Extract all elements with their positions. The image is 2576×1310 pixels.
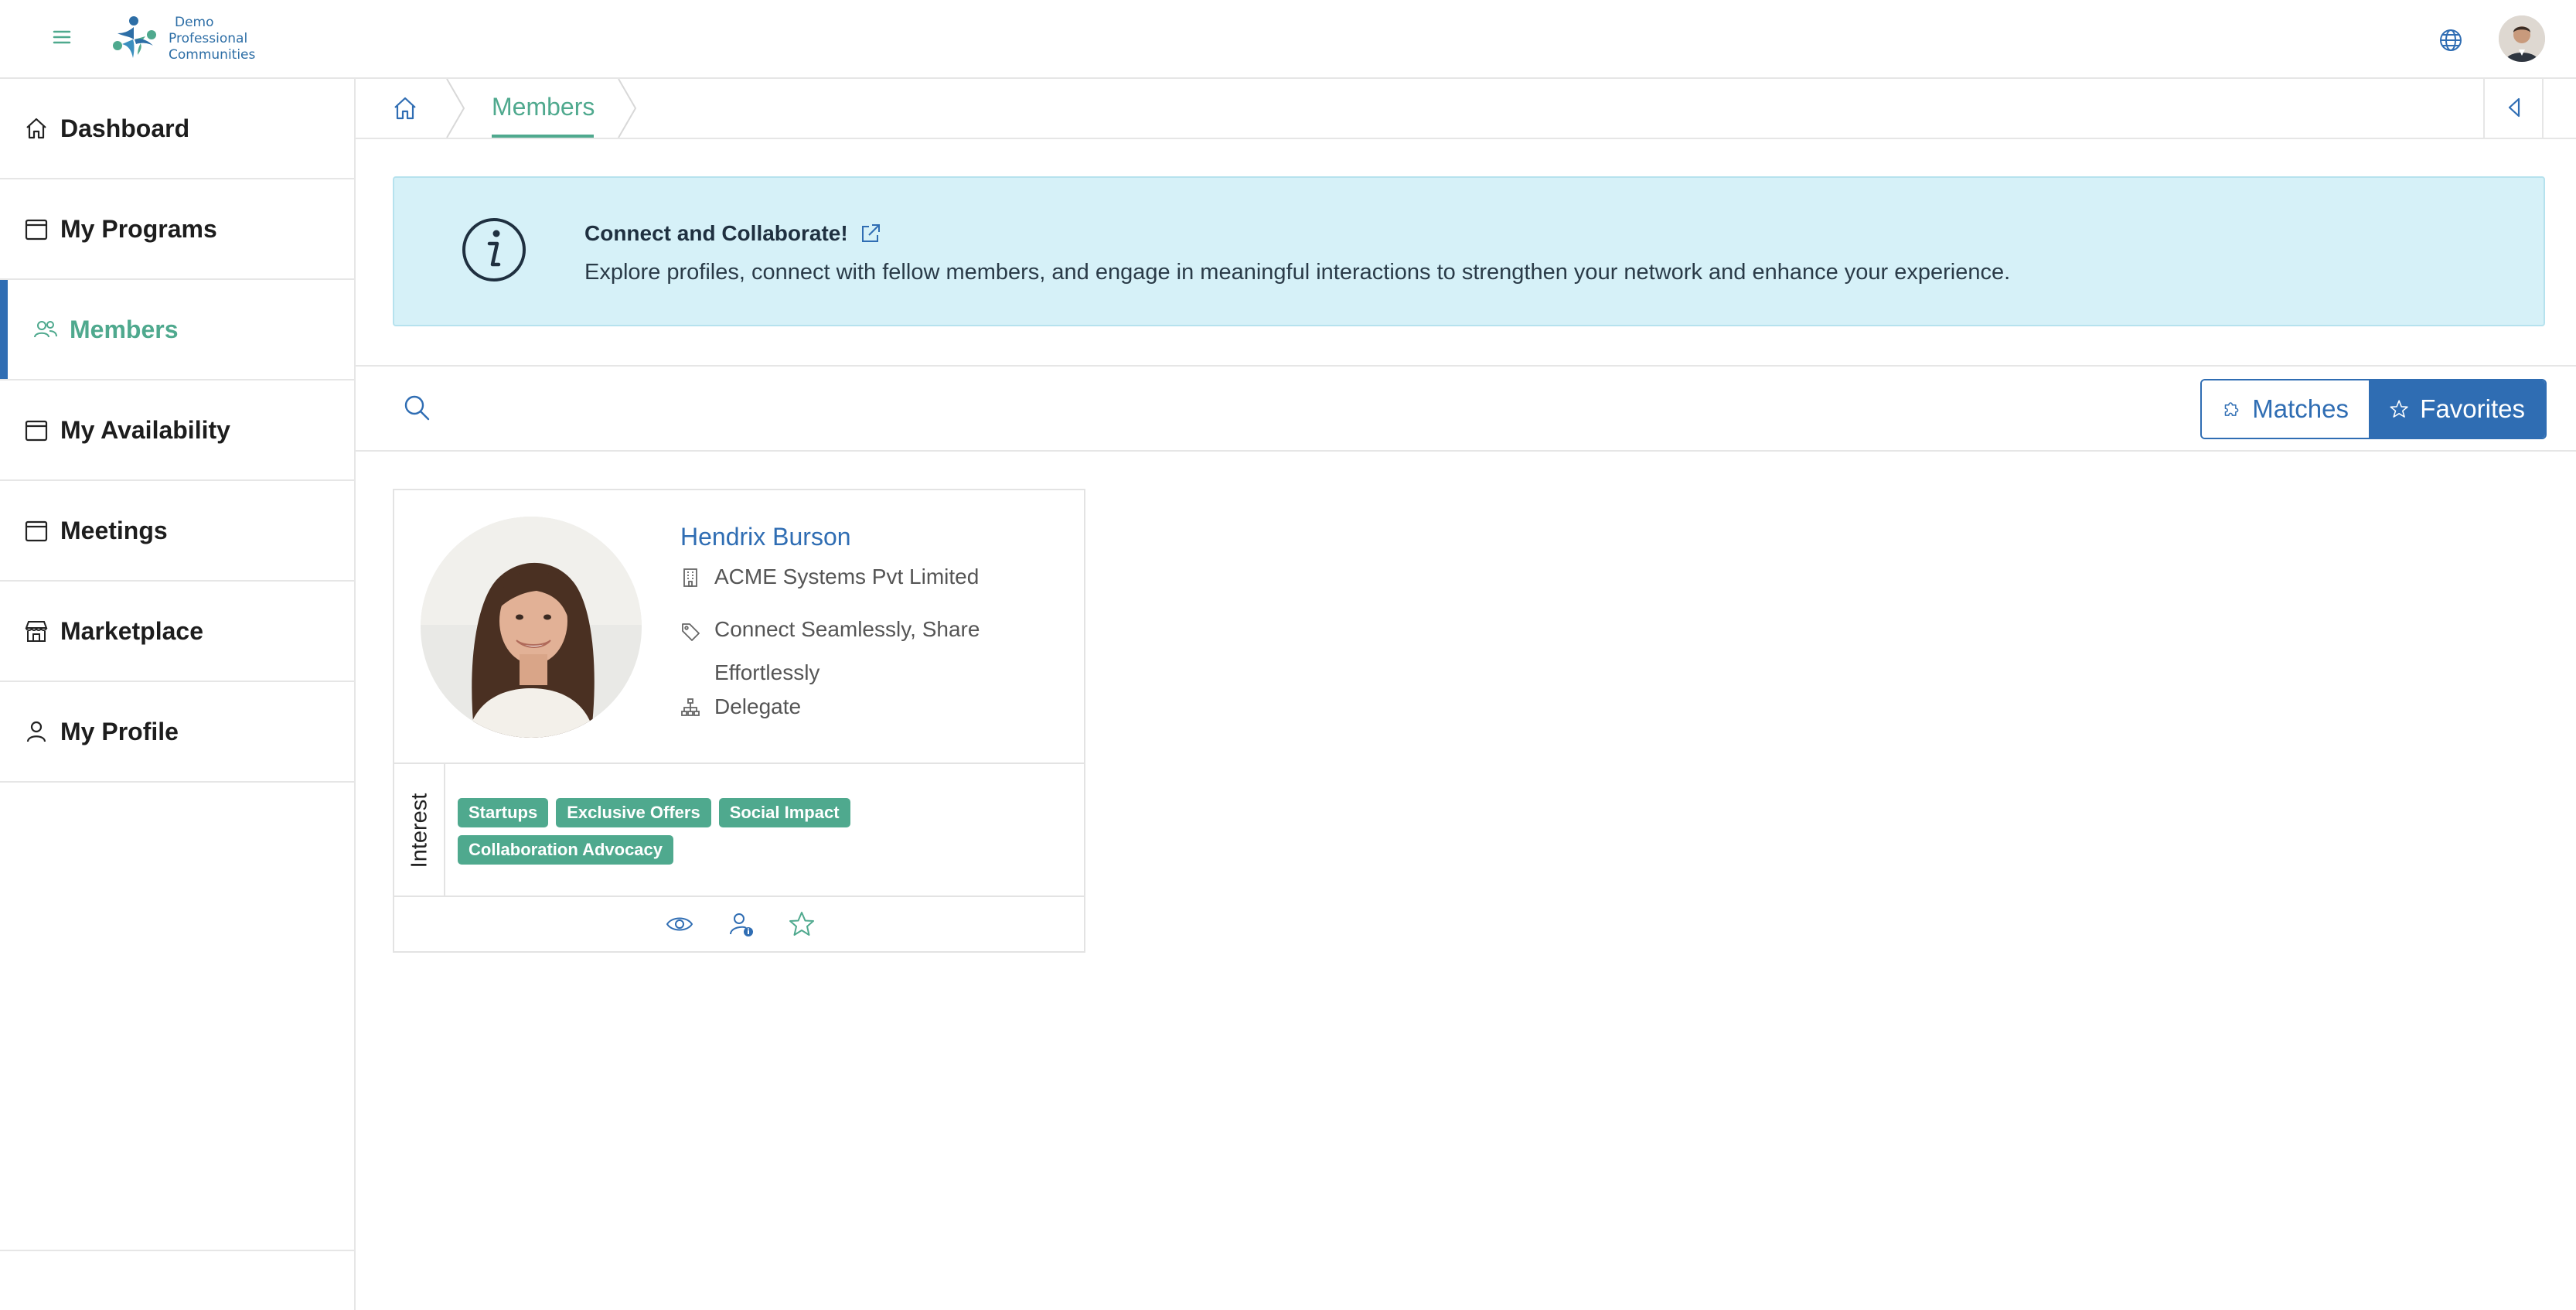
calendar-icon bbox=[25, 520, 48, 542]
member-role-row: Delegate bbox=[680, 694, 801, 719]
interest-heading-cell: Interest bbox=[394, 764, 445, 897]
sidebar-item-label: Marketplace bbox=[60, 616, 203, 645]
breadcrumb-separator-icon bbox=[446, 79, 465, 138]
puzzle-icon bbox=[2224, 402, 2239, 416]
member-card: Hendrix Burson ACME Systems Pvt Limited … bbox=[393, 489, 1085, 953]
banner-title: Connect and Collaborate! bbox=[584, 221, 848, 245]
member-organization-row: ACME Systems Pvt Limited bbox=[680, 565, 979, 589]
calendar-icon bbox=[25, 219, 48, 241]
view-toggle-group: Matches Favorites bbox=[2200, 379, 2547, 439]
star-icon[interactable] bbox=[787, 909, 816, 939]
sidebar-item-marketplace[interactable]: Marketplace bbox=[0, 582, 354, 682]
interest-chip: Social Impact bbox=[718, 798, 850, 827]
member-name[interactable]: Hendrix Burson bbox=[680, 523, 851, 551]
sidebar-divider bbox=[0, 1250, 354, 1251]
calendar-icon bbox=[25, 420, 48, 442]
top-bar: Demo Professional Communities bbox=[0, 0, 2576, 79]
logo-line-2: Professional bbox=[169, 30, 248, 46]
interest-chips: Startups Exclusive Offers Social Impact Col… bbox=[458, 798, 999, 872]
store-icon bbox=[25, 621, 48, 642]
card-actions bbox=[394, 897, 1084, 953]
info-icon bbox=[462, 218, 526, 281]
home-icon bbox=[26, 118, 46, 139]
matches-label: Matches bbox=[2252, 394, 2349, 423]
interest-heading: Interest bbox=[407, 793, 432, 868]
logo-text: Demo Professional Communities bbox=[164, 15, 255, 63]
sidebar-item-meetings[interactable]: Meetings bbox=[0, 481, 354, 582]
external-link-icon[interactable] bbox=[859, 222, 882, 245]
breadcrumb-active-underline bbox=[492, 135, 594, 138]
interest-chip: Startups bbox=[458, 798, 549, 827]
member-tagline: Connect Seamlessly, Share Effortlessly bbox=[714, 617, 980, 684]
logo-line-1: Demo bbox=[175, 14, 214, 30]
matches-button[interactable]: Matches bbox=[2202, 380, 2369, 438]
sidebar-item-label: My Availability bbox=[60, 415, 230, 444]
search-icon[interactable] bbox=[402, 393, 431, 422]
logo-mark-icon bbox=[113, 16, 156, 58]
star-icon bbox=[2390, 400, 2408, 418]
sidebar-item-dashboard[interactable]: Dashboard bbox=[0, 79, 354, 179]
globe-icon[interactable] bbox=[2438, 27, 2464, 53]
banner-description: Explore profiles, connect with fellow me… bbox=[584, 260, 2011, 285]
sidebar-item-label: Members bbox=[70, 315, 179, 343]
sidebar-item-my-programs[interactable]: My Programs bbox=[0, 179, 354, 280]
caret-left-icon bbox=[2508, 97, 2520, 118]
member-organization: ACME Systems Pvt Limited bbox=[714, 565, 980, 588]
user-info-icon[interactable] bbox=[727, 909, 756, 939]
building-icon bbox=[683, 568, 697, 587]
favorites-button[interactable]: Favorites bbox=[2369, 380, 2545, 438]
member-photo[interactable] bbox=[421, 517, 642, 738]
view-icon[interactable] bbox=[665, 909, 694, 939]
sidebar: Dashboard My Programs Members My Availab… bbox=[0, 79, 356, 1310]
app-logo[interactable]: Demo Professional Communities bbox=[107, 11, 255, 67]
breadcrumb-separator-icon bbox=[618, 79, 637, 138]
user-icon bbox=[26, 721, 46, 742]
favorites-label: Favorites bbox=[2420, 394, 2525, 423]
users-icon bbox=[34, 321, 57, 338]
breadcrumb-current[interactable]: Members bbox=[492, 93, 595, 121]
banner-title-row: Connect and Collaborate! bbox=[584, 221, 882, 246]
hierarchy-icon bbox=[681, 698, 700, 716]
interest-chip: Collaboration Advocacy bbox=[458, 835, 674, 865]
sidebar-item-label: Dashboard bbox=[60, 114, 190, 142]
hamburger-icon[interactable] bbox=[49, 25, 74, 49]
logo-line-3: Communities bbox=[169, 46, 256, 63]
collapse-panel-button[interactable] bbox=[2483, 79, 2544, 138]
interest-chip: Exclusive Offers bbox=[556, 798, 711, 827]
sidebar-item-label: Meetings bbox=[60, 516, 168, 544]
sidebar-item-my-profile[interactable]: My Profile bbox=[0, 682, 354, 783]
member-role: Delegate bbox=[714, 694, 802, 718]
sidebar-item-label: My Profile bbox=[60, 717, 179, 745]
card-divider bbox=[394, 762, 1084, 764]
avatar[interactable] bbox=[2499, 15, 2545, 62]
breadcrumb: Members bbox=[356, 79, 2576, 139]
divider bbox=[356, 450, 2576, 452]
member-tagline-row: Connect Seamlessly, Share Effortlessly bbox=[680, 608, 1021, 694]
home-icon[interactable] bbox=[391, 94, 419, 122]
divider bbox=[356, 365, 2576, 367]
sidebar-item-label: My Programs bbox=[60, 214, 217, 243]
info-banner: Connect and Collaborate! Explore profile… bbox=[393, 176, 2545, 326]
sidebar-item-my-availability[interactable]: My Availability bbox=[0, 380, 354, 481]
sidebar-item-members[interactable]: Members bbox=[0, 280, 354, 380]
